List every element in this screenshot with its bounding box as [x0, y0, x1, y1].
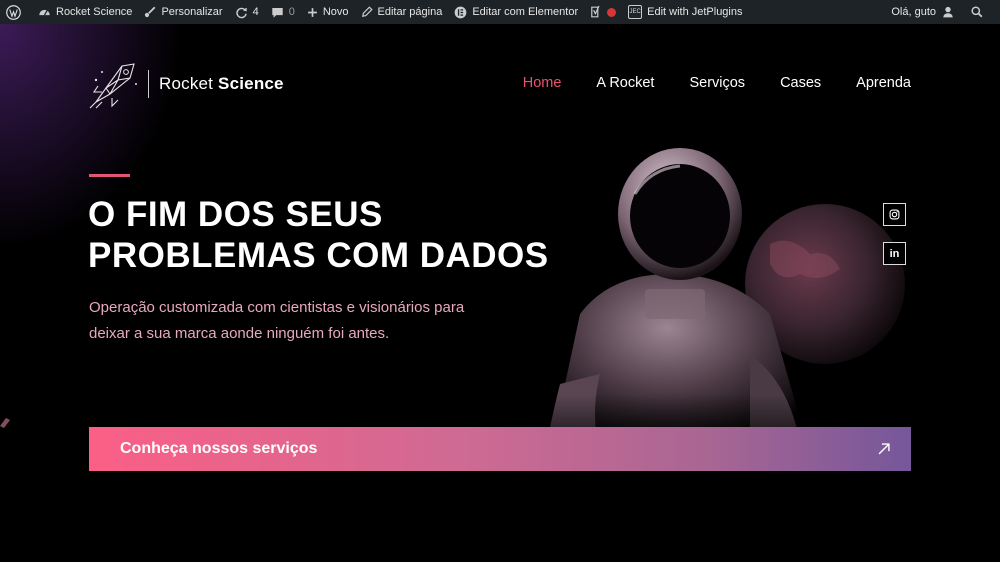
- instagram-link[interactable]: [883, 203, 906, 226]
- headline-accent-line: [89, 174, 130, 177]
- hero-headline: O FIM DOS SEUS PROBLEMAS COM DADOS: [88, 194, 608, 276]
- wp-admin-bar: Rocket Science Personalizar 4 0 Novo Edi…: [0, 0, 1000, 24]
- arrow-up-right-icon: [878, 443, 890, 455]
- plus-icon: [307, 7, 317, 17]
- jetplugins-label: Edit with JetPlugins: [647, 6, 743, 18]
- comments-count: 0: [288, 6, 295, 18]
- search-icon: [971, 6, 983, 18]
- new-content-link[interactable]: Novo: [301, 0, 355, 24]
- site-name-link[interactable]: Rocket Science: [32, 0, 138, 24]
- edit-elementor-link[interactable]: Editar com Elementor: [448, 0, 584, 24]
- pencil-icon: [361, 6, 373, 17]
- nav-item-a-rocket[interactable]: A Rocket: [596, 75, 654, 91]
- updates-icon: [235, 7, 247, 18]
- hero-subtext: Operação customizada com cientistas e vi…: [89, 299, 465, 342]
- seo-status-dot: [607, 7, 617, 17]
- site-name-label: Rocket Science: [56, 6, 133, 18]
- nav-item-aprenda[interactable]: Aprenda: [856, 75, 911, 91]
- wordpress-logo-icon[interactable]: [0, 0, 32, 24]
- paintbrush-icon: [145, 6, 156, 18]
- headline-line-2: PROBLEMAS COM DADOS: [88, 236, 549, 275]
- astronaut-illustration: [540, 148, 920, 562]
- edit-page-label: Editar página: [377, 6, 443, 18]
- yoast-seo-menu[interactable]: [584, 0, 622, 24]
- rocket-logo-icon: [89, 63, 137, 109]
- greeting-label: Olá, guto: [891, 6, 936, 18]
- edit-elementor-label: Editar com Elementor: [472, 6, 579, 18]
- rocket-edge-icon: [0, 418, 10, 428]
- nav-item-home[interactable]: Home: [523, 75, 562, 91]
- linkedin-link[interactable]: in: [883, 242, 906, 265]
- edit-page-link[interactable]: Editar página: [355, 0, 449, 24]
- yoast-icon: [591, 5, 600, 18]
- cta-label: Conheça nossos serviços: [120, 440, 318, 457]
- elementor-icon: [454, 6, 467, 18]
- avatar-icon: [943, 6, 953, 18]
- dashboard-icon: [39, 9, 50, 15]
- site-logo[interactable]: Rocket Science: [88, 58, 284, 110]
- logo-text-bold: Science: [218, 74, 284, 93]
- comments-link[interactable]: 0: [265, 0, 301, 24]
- customize-link[interactable]: Personalizar: [138, 0, 228, 24]
- hero-section: Rocket Science Home A Rocket Serviços Ca…: [0, 24, 1000, 562]
- jetplugins-icon: JEC: [628, 5, 643, 19]
- headline-line-1: O FIM DOS SEUS: [88, 195, 383, 234]
- new-label: Novo: [322, 6, 349, 18]
- main-nav: Home A Rocket Serviços Cases Aprenda: [488, 75, 911, 91]
- updates-link[interactable]: 4: [229, 0, 265, 24]
- comment-icon: [272, 7, 283, 18]
- logo-wordmark: Rocket Science: [159, 74, 284, 94]
- nav-item-servicos[interactable]: Serviços: [689, 75, 745, 91]
- customize-label: Personalizar: [161, 6, 223, 18]
- nav-item-cases[interactable]: Cases: [780, 75, 821, 91]
- logo-divider: [148, 70, 149, 98]
- logo-text-light: Rocket: [159, 74, 219, 93]
- instagram-icon: [889, 209, 900, 220]
- admin-search-button[interactable]: [965, 0, 994, 24]
- services-cta-button[interactable]: Conheça nossos serviços: [89, 427, 911, 471]
- my-account-link[interactable]: Olá, guto: [885, 0, 965, 24]
- jetplugins-link[interactable]: JEC Edit with JetPlugins: [622, 0, 748, 24]
- linkedin-icon: in: [889, 247, 900, 260]
- updates-count: 4: [252, 6, 259, 18]
